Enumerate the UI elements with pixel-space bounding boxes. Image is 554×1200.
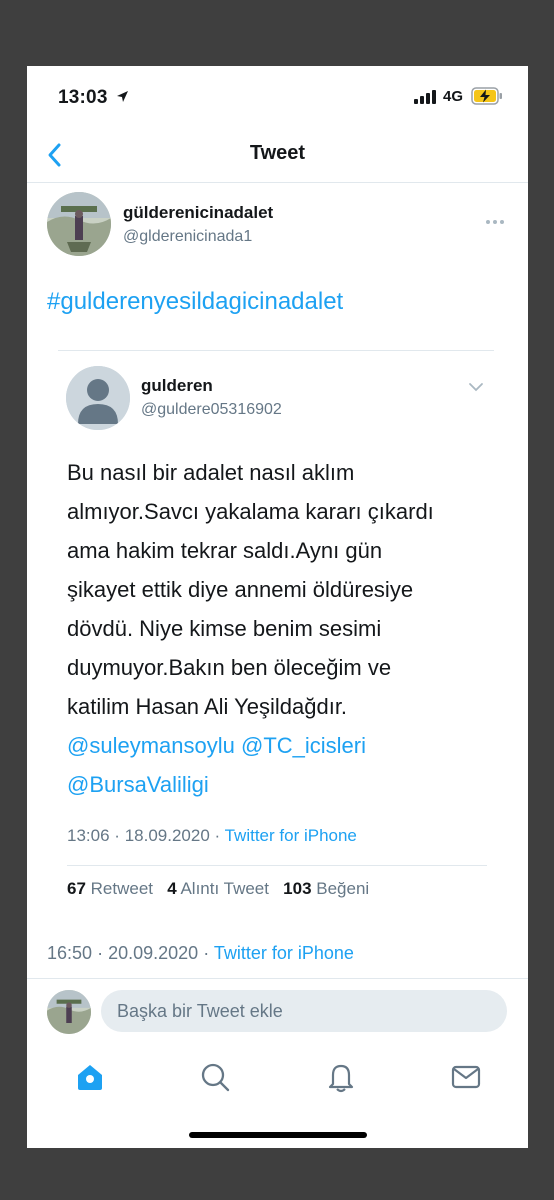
chevron-down-icon[interactable] — [468, 379, 484, 397]
quoted-text-line: almıyor.Savcı yakalama kararı çıkardı — [67, 499, 434, 524]
divider — [27, 978, 528, 979]
quoted-author-name[interactable]: gulderen — [141, 376, 213, 396]
quoted-date: 18.09.2020 — [124, 826, 210, 845]
tweet-hashtag[interactable]: #gulderenyesildagicinadalet — [47, 288, 343, 316]
mention-link[interactable]: @TC_icisleri — [241, 733, 366, 758]
network-type: 4G — [443, 88, 464, 105]
messages-icon[interactable] — [449, 1060, 483, 1094]
quoted-text-line: katilim Hasan Ali Yeşildağdır. — [67, 694, 348, 719]
meta-separator: · — [214, 826, 221, 845]
page-title: Tweet — [249, 142, 306, 164]
meta-separator: · — [203, 943, 210, 963]
tweet-source-link[interactable]: Twitter for iPhone — [214, 943, 354, 963]
tweet-meta: 16:50 · 20.09.2020 · Twitter for iPhone — [47, 943, 354, 964]
home-icon[interactable] — [73, 1060, 107, 1094]
quoted-author-handle[interactable]: @guldere05316902 — [141, 401, 282, 419]
meta-separator: · — [114, 826, 120, 845]
quoted-tweet-card[interactable]: gulderen @guldere05316902 Bu nasıl bir a… — [58, 350, 494, 898]
retweet-label[interactable]: Retweet — [91, 879, 153, 898]
quoted-tweet-meta: 13:06 · 18.09.2020 · Twitter for iPhone — [67, 826, 357, 846]
status-time: 13:03 — [58, 87, 108, 108]
quote-count[interactable]: 4 — [167, 879, 176, 898]
status-bar: 13:03 4G — [27, 66, 528, 128]
meta-separator: · — [97, 943, 104, 963]
quoted-time: 13:06 — [67, 826, 110, 845]
quoted-source-link[interactable]: Twitter for iPhone — [225, 826, 357, 845]
more-options-icon[interactable] — [485, 212, 505, 230]
battery-charging-icon — [471, 87, 503, 110]
quoted-text-line: ama hakim tekrar saldı.Aynı gün — [67, 538, 383, 563]
quoted-tweet-text: Bu nasıl bir adalet nasıl aklım almıyor.… — [67, 453, 487, 804]
author-name[interactable]: gülderenicinadalet — [123, 203, 273, 223]
mention-link[interactable]: @suleymansoylu — [67, 733, 235, 758]
quoted-tweet-stats: 67 Retweet 4 Alıntı Tweet 103 Beğeni — [67, 865, 487, 912]
retweet-count[interactable]: 67 — [67, 879, 86, 898]
notifications-icon[interactable] — [324, 1060, 358, 1094]
search-icon[interactable] — [198, 1060, 232, 1094]
location-arrow-icon — [116, 90, 129, 108]
navigation-bar: Tweet — [27, 128, 528, 183]
quoted-author-avatar[interactable] — [66, 366, 130, 430]
like-label[interactable]: Beğeni — [316, 879, 369, 898]
phone-screen: 13:03 4G Tweet gülderenicinadalet @glder… — [27, 66, 528, 1148]
author-avatar[interactable] — [47, 192, 111, 256]
cellular-signal-icon — [414, 90, 438, 109]
quoted-text-line: duymuyor.Bakın ben öleceğim ve — [67, 655, 392, 680]
tweet-time: 16:50 — [47, 943, 93, 963]
mention-link[interactable]: @BursaValiligi — [67, 772, 209, 797]
quoted-text-line: şikayet ettik diye annemi öldüresiye — [67, 577, 414, 602]
home-indicator[interactable] — [189, 1132, 367, 1138]
quoted-text-line: Bu nasıl bir adalet nasıl aklım — [67, 460, 355, 485]
quoted-text-line: dövdü. Niye kimse benim sesimi — [67, 616, 382, 641]
quote-label[interactable]: Alıntı Tweet — [180, 879, 269, 898]
reply-input[interactable] — [101, 990, 507, 1032]
author-handle[interactable]: @glderenicinada1 — [123, 228, 252, 246]
current-user-avatar[interactable] — [47, 990, 91, 1034]
tweet-date: 20.09.2020 — [108, 943, 199, 963]
like-count[interactable]: 103 — [283, 879, 311, 898]
